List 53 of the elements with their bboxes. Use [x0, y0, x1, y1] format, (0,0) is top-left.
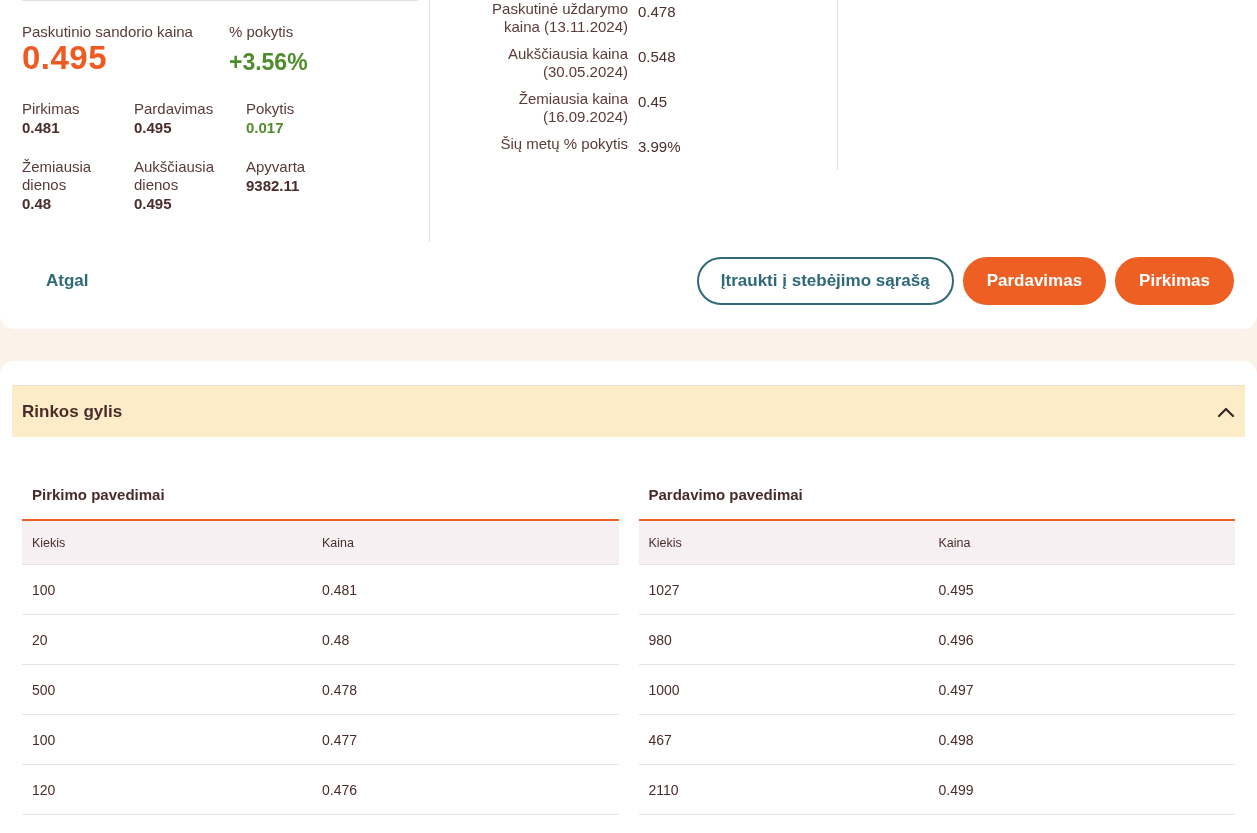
history-label: Žemiausia kaina (16.09.2024) [517, 90, 628, 126]
history-label: Paskutinė uždarymo kaina (13.11.2024) [491, 0, 628, 36]
table-cell-text: 0.499 [938, 781, 975, 798]
column-header: Kiekis [648, 535, 683, 550]
accordion-header[interactable]: Rinkos gylis [12, 385, 1245, 437]
table-cell-text: 0.476 [322, 781, 359, 798]
table-cell-text: 1000 [648, 681, 681, 698]
history-label: Aukščiausia kaina (30.05.2024) [506, 45, 628, 81]
change-percent-value: +3.56% [228, 48, 308, 77]
table-cell-text: 20 [32, 631, 49, 648]
history-value: 3.99% [638, 138, 681, 156]
stat-label: Pokytis [246, 100, 296, 118]
stat-value: 9382.11 [246, 176, 301, 196]
table-cell-text: 2110 [648, 781, 680, 798]
watchlist-button[interactable]: Įtraukti į stebėjimo sąrašą [696, 257, 954, 305]
stat-value: 0.48 [22, 194, 53, 214]
last-price-value: 0.495 [22, 40, 109, 76]
stat-label: Aukščiausia dienos [134, 158, 216, 194]
back-link[interactable]: Atgal [46, 271, 89, 291]
table-cell-text: 467 [648, 731, 673, 748]
stat-value: 0.495 [134, 194, 173, 214]
stat-label: Apyvarta [246, 158, 307, 176]
column-header: Kiekis [32, 535, 67, 550]
table-cell-text: 0.498 [938, 731, 975, 748]
table-cell-text: 0.481 [322, 581, 359, 598]
table-cell-text: 100 [32, 581, 57, 598]
table-cell-text: 0.495 [938, 581, 975, 598]
stat-label: Žemiausia dienos [22, 158, 93, 194]
action-button[interactable]: Pirkimas [1115, 257, 1234, 305]
history-value: 0.45 [638, 93, 668, 111]
table-cell-text: 980 [648, 631, 673, 648]
stat-value: 0.495 [134, 118, 173, 138]
change-percent-label: % pokytis [228, 23, 295, 40]
table-cell-text: 0.478 [322, 681, 359, 698]
history-value: 0.478 [638, 3, 676, 21]
stat-value: 0.481 [22, 118, 61, 138]
stat-label: Pirkimas [22, 100, 81, 118]
table-cell-text: 0.496 [938, 631, 975, 648]
column-header: Kaina [938, 535, 972, 550]
table-cell-text: 0.497 [938, 681, 975, 698]
column-header: Kaina [322, 535, 355, 550]
table-cell-text: 100 [32, 731, 57, 748]
table-cell-text: 0.48 [322, 631, 351, 648]
stat-label: Pardavimas [134, 100, 215, 118]
action-button[interactable]: Pardavimas [962, 257, 1107, 305]
history-value: 0.548 [638, 48, 676, 66]
stat-value: 0.017 [246, 118, 285, 138]
table-cell-text: 1027 [648, 581, 681, 598]
table-cell-text: 120 [32, 781, 57, 798]
table-cell-text: 0.477 [322, 731, 359, 748]
table-cell-text: 500 [32, 681, 57, 698]
history-label: Šių metų % pokytis [499, 135, 628, 153]
last-price-label: Paskutinio sandorio kaina [22, 23, 193, 40]
